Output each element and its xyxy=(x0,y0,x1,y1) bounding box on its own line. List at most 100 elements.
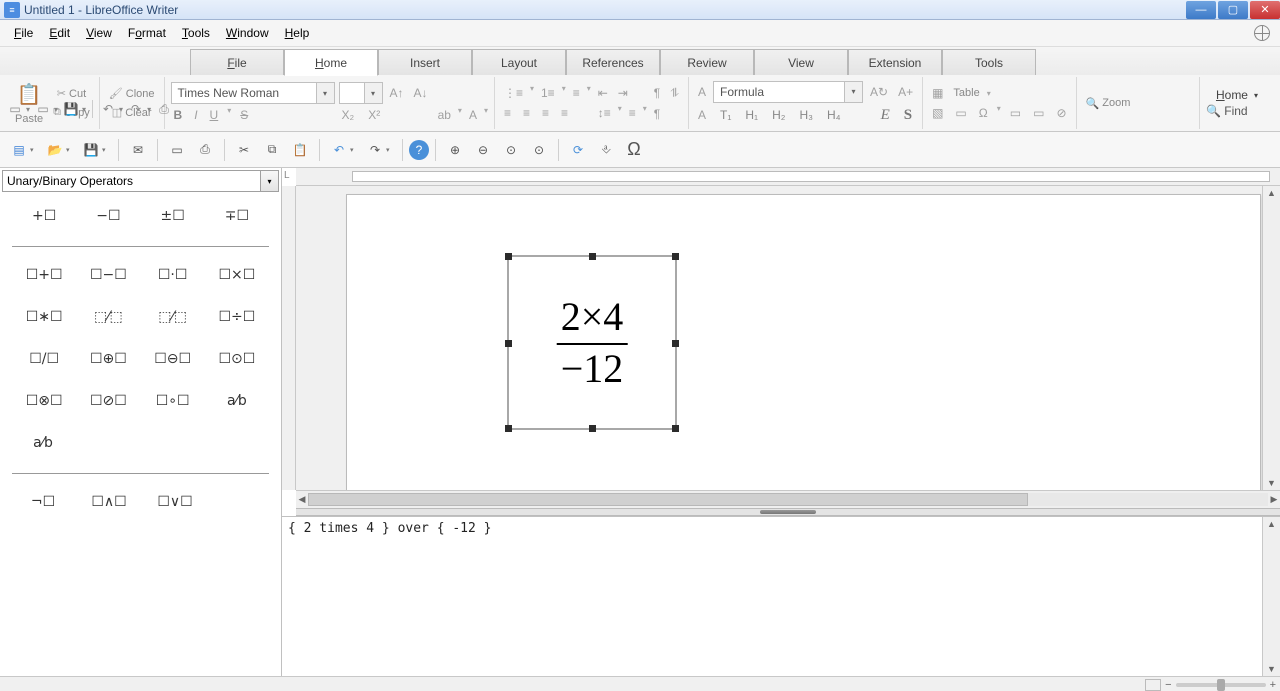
op-times[interactable]: ☐×☐ xyxy=(216,263,258,287)
resize-handle-tl[interactable] xyxy=(505,253,512,260)
update-style-button[interactable]: A↻ xyxy=(867,83,891,101)
tb-cut-button[interactable]: ✂ xyxy=(231,137,257,163)
op-oplus[interactable]: ☐⊕☐ xyxy=(87,347,129,371)
tb-copy-button[interactable]: ⧉ xyxy=(259,137,285,163)
menu-file[interactable]: File xyxy=(6,22,41,44)
op-and[interactable]: ☐∧☐ xyxy=(88,490,130,514)
tab-review[interactable]: Review xyxy=(660,49,754,75)
align-right-button[interactable]: ≡ xyxy=(539,104,552,122)
insert-image-button[interactable]: ▧ xyxy=(929,104,946,122)
tb-export-pdf-button[interactable]: ▭ xyxy=(164,137,190,163)
sort-button[interactable]: ⥮ xyxy=(667,84,682,103)
line-spacing-button[interactable]: ↕≡ xyxy=(595,104,614,122)
shrink-font-button[interactable]: A↓ xyxy=(411,84,431,102)
tb-paste-button[interactable]: 📋 xyxy=(287,137,313,163)
op-ast[interactable]: ☐∗☐ xyxy=(23,305,65,329)
op-plus-unary[interactable]: +☐ xyxy=(23,204,65,228)
qat-undo-button[interactable]: ↶ xyxy=(99,99,117,119)
formatting-marks-button[interactable]: ¶ xyxy=(651,84,663,103)
op-ominus[interactable]: ☐⊖☐ xyxy=(152,347,194,371)
tb-zoom-in-button[interactable]: ⊕ xyxy=(442,137,468,163)
op-slash[interactable]: ☐/☐ xyxy=(23,347,65,371)
underline-button[interactable]: U xyxy=(207,106,222,124)
find-button[interactable]: 🔍 Find xyxy=(1206,104,1268,118)
resize-handle-ml[interactable] xyxy=(505,340,512,347)
command-scrollbar[interactable]: ▲▼ xyxy=(1262,517,1280,676)
italic-button[interactable]: I xyxy=(191,106,200,124)
language-icon[interactable] xyxy=(1254,25,1270,41)
op-circ[interactable]: ☐∘☐ xyxy=(152,389,194,413)
op-cdot[interactable]: ☐·☐ xyxy=(152,263,194,287)
menu-help[interactable]: Help xyxy=(277,22,318,44)
op-oslash[interactable]: ☐⊘☐ xyxy=(87,389,129,413)
para-settings-button[interactable]: ¶ xyxy=(651,105,663,123)
tb-new-button[interactable]: ▤ xyxy=(6,137,32,163)
elements-category-select[interactable]: Unary/Binary Operators▾ xyxy=(2,170,279,192)
op-widebslash[interactable]: a⁄b xyxy=(22,431,64,455)
tb-redo-button[interactable]: ↷ xyxy=(362,137,388,163)
formula-object[interactable]: 2×4 −12 xyxy=(507,255,677,430)
resize-handle-bl[interactable] xyxy=(505,425,512,432)
op-minusplus[interactable]: ∓☐ xyxy=(216,204,258,228)
align-left-button[interactable]: ≡ xyxy=(501,104,514,122)
table-button[interactable]: Table xyxy=(950,85,982,101)
heading-h4-button[interactable]: H₄ xyxy=(824,105,844,126)
tab-insert[interactable]: Insert xyxy=(378,49,472,75)
char-a-button[interactable]: A xyxy=(695,105,709,126)
horizontal-ruler[interactable] xyxy=(296,168,1280,186)
zoom-button[interactable]: 🔍 Zoom xyxy=(1083,95,1134,112)
menu-edit[interactable]: Edit xyxy=(41,22,78,44)
tb-zoom-100-button[interactable]: ⊙ xyxy=(498,137,524,163)
tb-cursor-button[interactable]: ⎀ xyxy=(593,137,619,163)
menu-view[interactable]: View xyxy=(78,22,120,44)
heading-h2-button[interactable]: H₂ xyxy=(769,105,788,126)
op-neg[interactable]: ¬☐ xyxy=(22,490,64,514)
tab-home[interactable]: Home xyxy=(284,49,378,76)
subscript-button[interactable]: X₂ xyxy=(339,106,358,124)
op-plusminus[interactable]: ±☐ xyxy=(152,204,194,228)
tab-extension[interactable]: Extension xyxy=(848,49,942,75)
menu-window[interactable]: Window xyxy=(218,22,277,44)
menu-tools[interactable]: Tools xyxy=(174,22,218,44)
insert-chart-button[interactable]: ▭ xyxy=(952,104,969,122)
resize-handle-tm[interactable] xyxy=(589,253,596,260)
strong-button[interactable]: S xyxy=(901,105,915,126)
font-color-button[interactable]: A xyxy=(466,106,480,124)
grow-font-button[interactable]: A↑ xyxy=(387,84,407,102)
tb-zoom-page-button[interactable]: ⊙ xyxy=(526,137,552,163)
new-style-button[interactable]: A+ xyxy=(895,83,916,101)
paragraph-style-select[interactable]: Formula▾ xyxy=(713,81,863,103)
op-over[interactable]: ⬚⁄⬚ xyxy=(152,305,194,329)
resize-handle-mr[interactable] xyxy=(672,340,679,347)
heading-h3-button[interactable]: H₃ xyxy=(796,105,816,126)
tb-save-button[interactable]: 💾 xyxy=(78,137,104,163)
tab-references[interactable]: References xyxy=(566,49,660,75)
tab-view[interactable]: View xyxy=(754,49,848,75)
tb-refresh-button[interactable]: ⟳ xyxy=(565,137,591,163)
op-or[interactable]: ☐∨☐ xyxy=(154,490,196,514)
op-odot[interactable]: ☐⊙☐ xyxy=(216,347,258,371)
op-frac[interactable]: ⬚⁄⬚ xyxy=(87,305,129,329)
tab-tools[interactable]: Tools xyxy=(942,49,1036,75)
qat-new-button[interactable]: ▭ xyxy=(6,99,24,119)
resize-handle-br[interactable] xyxy=(672,425,679,432)
qat-template-button[interactable]: ▭ xyxy=(34,99,52,119)
insert-hyperlink-button[interactable]: ▭ xyxy=(1007,104,1024,122)
numbering-button[interactable]: 1≡ xyxy=(538,84,558,102)
status-view-button[interactable] xyxy=(1145,679,1161,691)
char-style-button[interactable]: A xyxy=(695,83,709,101)
tb-help-button[interactable]: ? xyxy=(409,140,429,160)
emphasis-button[interactable]: E xyxy=(878,105,893,126)
window-close-button[interactable]: ✕ xyxy=(1250,1,1280,19)
qat-redo-button[interactable]: ↷ xyxy=(127,99,145,119)
font-size-select[interactable]: ▾ xyxy=(339,82,383,104)
vertical-ruler[interactable] xyxy=(282,186,296,490)
bullets-button[interactable]: ⋮≡ xyxy=(501,84,526,102)
menu-format[interactable]: Format xyxy=(120,22,174,44)
zoom-slider[interactable] xyxy=(1176,683,1266,687)
qat-save-button[interactable]: 💾 xyxy=(62,99,80,119)
op-minus-unary[interactable]: −☐ xyxy=(87,204,129,228)
document-view[interactable]: 2×4 −12 xyxy=(296,186,1262,490)
tb-symbols-button[interactable]: Ω xyxy=(621,137,647,163)
strike-button[interactable]: S xyxy=(237,106,251,124)
